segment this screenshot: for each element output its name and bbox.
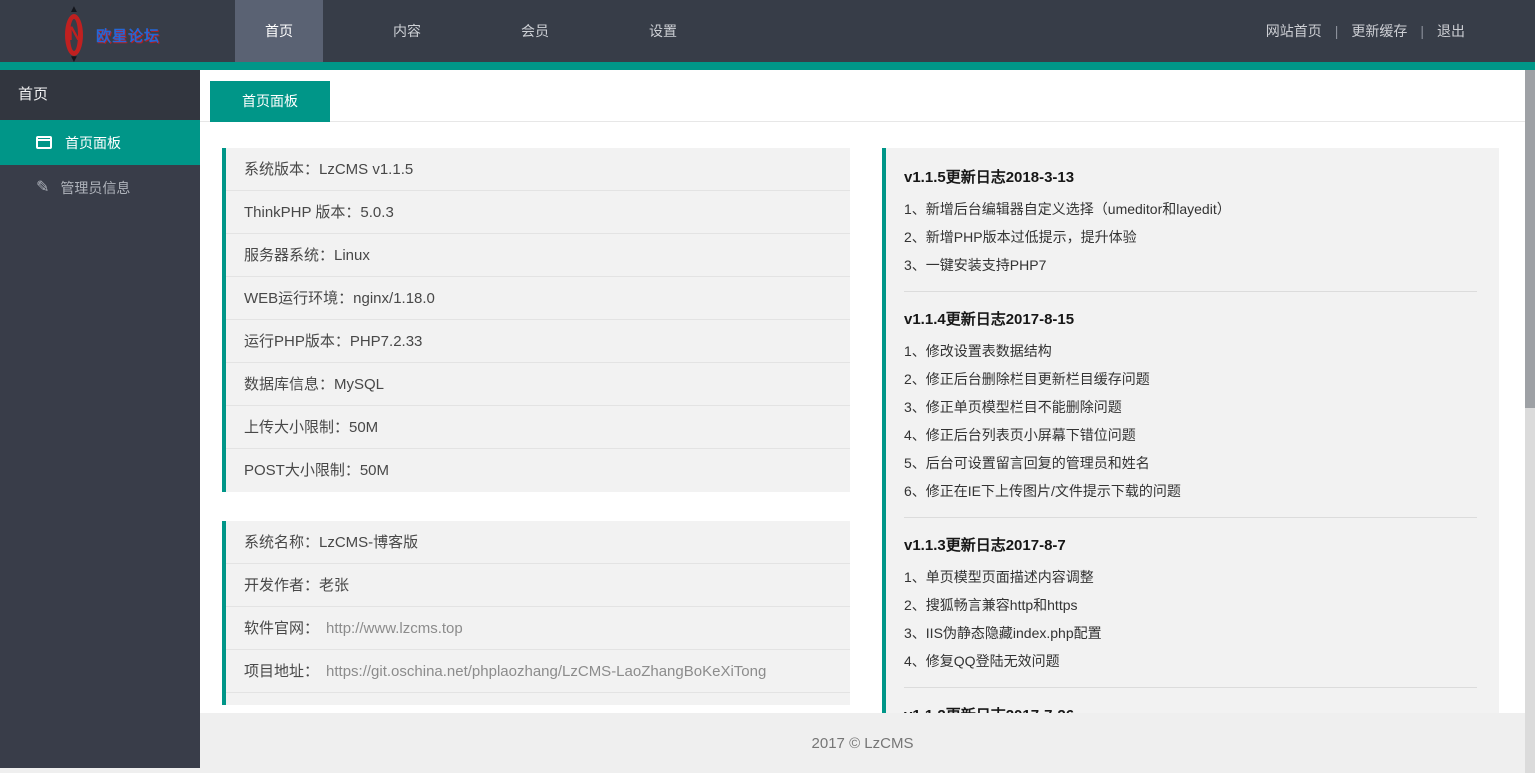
brand-name: 欧星论坛 [96, 27, 161, 45]
changelog-section: v1.1.3更新日志2017-8-7 1、单页模型页面描述内容调整 2、搜狐畅言… [904, 517, 1477, 675]
changelog-title: v1.1.3更新日志2017-8-7 [904, 537, 1066, 554]
about-row-label: 开发作者：老张 [244, 577, 350, 594]
changelog-item: 2、新增PHP版本过低提示，提升体验 [904, 229, 1137, 245]
brand-logo[interactable]: N 欧星论坛 [60, 4, 160, 66]
system-info-row: 上传大小限制：50M [226, 406, 850, 449]
sidebar-item-home-panel[interactable]: 首页面板 [0, 120, 200, 165]
changelog-item: 2、搜狐畅言兼容http和https [904, 597, 1078, 613]
about-panel: 系统名称：LzCMS-博客版 开发作者：老张 软件官网： http://www.l… [222, 521, 850, 705]
site-home-link[interactable]: 网站首页 [1266, 21, 1322, 41]
accent-line [0, 62, 1535, 70]
sidebar-item-label: 首页面板 [65, 134, 121, 151]
changelog-list: 1、单页模型页面描述内容调整 2、搜狐畅言兼容http和https 3、IIS伪… [904, 563, 1477, 675]
changelog-item: 3、IIS伪静态隐藏index.php配置 [904, 625, 1102, 641]
changelog-title: v1.1.4更新日志2017-8-15 [904, 311, 1075, 328]
changelog-section: v1.1.5更新日志2018-3-13 1、新增后台编辑器自定义选择（umedi… [904, 166, 1477, 279]
changelog-item: 3、修正单页模型栏目不能删除问题 [904, 399, 1122, 415]
changelog-panel: v1.1.5更新日志2018-3-13 1、新增后台编辑器自定义选择（umedi… [882, 148, 1499, 773]
system-info-row: WEB运行环境：nginx/1.18.0 [226, 277, 850, 320]
changelog-title: v1.1.5更新日志2018-3-13 [904, 169, 1075, 186]
nav-item-content[interactable]: 内容 [363, 0, 451, 70]
changelog-list: 1、新增后台编辑器自定义选择（umeditor和layedit） 2、新增PHP… [904, 195, 1477, 279]
changelog-list: 1、修改设置表数据结构 2、修正后台删除栏目更新栏目缓存问题 3、修正单页模型栏… [904, 337, 1477, 505]
system-info-panel: 系统版本：LzCMS v1.1.5 ThinkPHP 版本：5.0.3 服务器系… [222, 148, 850, 492]
sidebar-item-admin-info[interactable]: ✎ 管理员信息 [0, 165, 200, 210]
tab-strip: 首页面板 [200, 70, 1525, 122]
brand-emblem-letter: N [68, 24, 82, 45]
changelog-item: 6、修正在IE下上传图片/文件提示下载的问题 [904, 483, 1181, 499]
right-column: v1.1.5更新日志2018-3-13 1、新增后台编辑器自定义选择（umedi… [882, 148, 1499, 773]
nav-item-home[interactable]: 首页 [235, 0, 323, 70]
changelog-item: 5、后台可设置留言回复的管理员和姓名 [904, 455, 1150, 471]
link-separator: | [1334, 23, 1339, 39]
sidebar-section-title: 首页 [0, 70, 200, 120]
top-navbar: N 欧星论坛 首页 内容 会员 设置 网站首页 | 更新缓存 | 退出 [0, 0, 1535, 70]
about-row-label: 系统名称：LzCMS-博客版 [244, 534, 419, 551]
system-info-row: 服务器系统：Linux [226, 234, 850, 277]
about-row: 系统名称：LzCMS-博客版 [226, 521, 850, 564]
header-links: 网站首页 | 更新缓存 | 退出 [1253, 0, 1478, 62]
link-separator: | [1420, 23, 1424, 39]
about-row-link[interactable]: https://git.oschina.net/phplaozhang/LzCM… [326, 663, 766, 680]
changelog-item: 3、一键安装支持PHP7 [904, 257, 1047, 273]
system-info-row: POST大小限制：50M [244, 462, 390, 479]
main-content: 首页面板 系统版本：LzCMS v1.1.5 ThinkPHP 版本：5.0.3… [200, 70, 1525, 773]
about-row: 项目地址： https://git.oschina.net/phplaozhang… [226, 650, 850, 693]
nav-item-settings[interactable]: 设置 [619, 0, 707, 70]
changelog-item: 1、新增后台编辑器自定义选择（umeditor和layedit） [904, 201, 1231, 217]
main-nav: 首页 内容 会员 设置 [235, 0, 747, 70]
window-icon [36, 136, 52, 149]
footer: 2017 © LzCMS [200, 713, 1525, 773]
left-column: 系统版本：LzCMS v1.1.5 ThinkPHP 版本：5.0.3 服务器系… [222, 148, 850, 705]
about-row-label: 软件官网： [244, 620, 320, 637]
sidebar: 首页 首页面板 ✎ 管理员信息 [0, 70, 200, 768]
pencil-icon: ✎ [36, 178, 50, 196]
changelog-item: 1、修改设置表数据结构 [904, 343, 1052, 359]
changelog-item: 4、修正后台列表页小屏幕下错位问题 [904, 427, 1136, 443]
refresh-cache-link[interactable]: 更新缓存 [1351, 21, 1407, 41]
about-row: 开发作者：老张 [226, 564, 850, 607]
nav-item-members[interactable]: 会员 [491, 0, 579, 70]
page-scrollbar[interactable] [1525, 70, 1535, 773]
tab-home-panel[interactable]: 首页面板 [210, 81, 330, 122]
changelog-section: v1.1.4更新日志2017-8-15 1、修改设置表数据结构 2、修正后台删除… [904, 291, 1477, 505]
system-info-row: 系统版本：LzCMS v1.1.5 [226, 148, 850, 191]
panels-area: 系统版本：LzCMS v1.1.5 ThinkPHP 版本：5.0.3 服务器系… [200, 148, 1525, 773]
system-info-row: 运行PHP版本：PHP7.2.33 [226, 320, 850, 363]
system-info-row: ThinkPHP 版本：5.0.3 [226, 191, 850, 234]
changelog-item: 2、修正后台删除栏目更新栏目缓存问题 [904, 371, 1150, 387]
footer-text: 2017 © LzCMS [811, 734, 914, 752]
about-row: 软件官网： http://www.lzcms.top [226, 607, 850, 650]
changelog-item: 1、单页模型页面描述内容调整 [904, 569, 1094, 585]
scrollbar-thumb[interactable] [1525, 70, 1535, 408]
about-row-label: 项目地址： [244, 663, 320, 680]
logout-link[interactable]: 退出 [1437, 21, 1465, 41]
changelog-item: 4、修复QQ登陆无效问题 [904, 653, 1060, 669]
about-row-link[interactable]: http://www.lzcms.top [326, 620, 463, 637]
brand-emblem-icon: N [60, 4, 92, 65]
system-info-row: 数据库信息：MySQL [226, 363, 850, 406]
sidebar-item-label: 管理员信息 [60, 179, 131, 196]
